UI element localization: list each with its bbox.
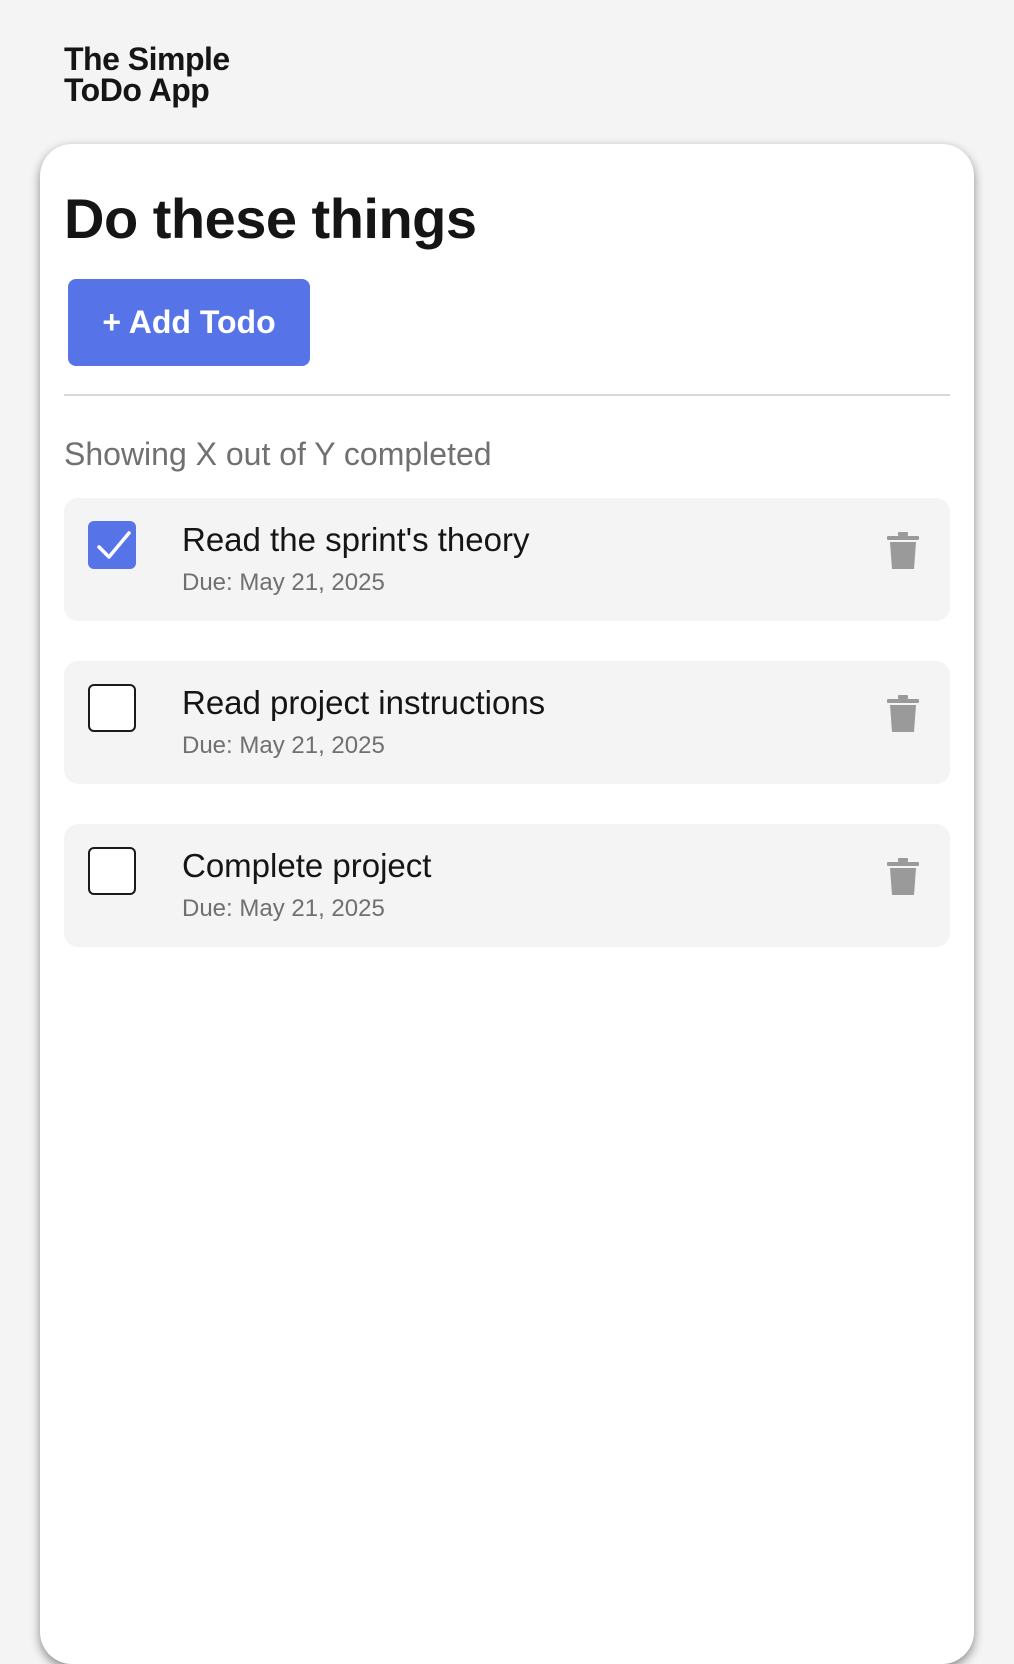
checkmark-icon	[97, 531, 131, 559]
todo-title: Read the sprint's theory	[182, 521, 530, 558]
todo-due-date: Due: May 21, 2025	[182, 895, 385, 922]
todo-card: Do these things + Add Todo Showing X out…	[40, 144, 974, 1664]
add-todo-button[interactable]: + Add Todo	[68, 279, 310, 366]
todo-due-date: Due: May 21, 2025	[182, 732, 385, 759]
todo-title: Read project instructions	[182, 684, 546, 721]
trash-icon	[887, 532, 919, 569]
app-logo: The Simple ToDo App	[64, 41, 230, 108]
page-title: Do these things	[64, 187, 477, 250]
todo-list: Read the sprint's theory Due: May 21, 20…	[64, 498, 950, 987]
todo-item: Complete project Due: May 21, 2025	[64, 824, 950, 947]
delete-todo-button[interactable]	[886, 532, 920, 570]
todo-title: Complete project	[182, 847, 432, 884]
todo-checkbox[interactable]	[88, 684, 136, 732]
todo-checkbox[interactable]	[88, 847, 136, 895]
completion-status: Showing X out of Y completed	[64, 436, 492, 472]
app-logo-line-1: The Simple	[64, 41, 230, 77]
todo-checkbox[interactable]	[88, 521, 136, 569]
app-logo-line-2: ToDo App	[64, 72, 210, 108]
trash-icon	[887, 858, 919, 895]
todo-item: Read the sprint's theory Due: May 21, 20…	[64, 498, 950, 621]
todo-due-date: Due: May 21, 2025	[182, 569, 385, 596]
delete-todo-button[interactable]	[886, 695, 920, 733]
trash-icon	[887, 695, 919, 732]
todo-item: Read project instructions Due: May 21, 2…	[64, 661, 950, 784]
delete-todo-button[interactable]	[886, 858, 920, 896]
divider	[64, 394, 950, 396]
